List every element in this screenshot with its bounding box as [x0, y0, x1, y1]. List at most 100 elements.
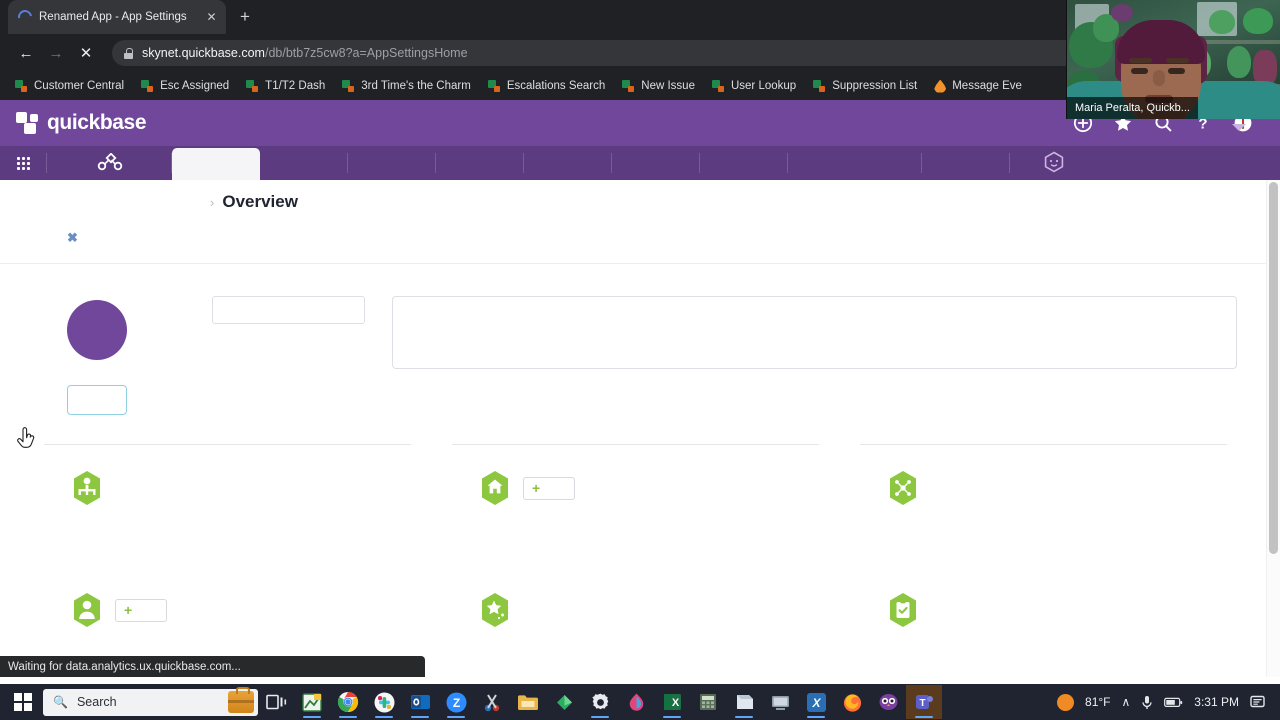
settings-link-audit[interactable] [887, 592, 931, 628]
weather-temperature[interactable]: 81°F [1085, 695, 1110, 709]
outlook-button[interactable] [402, 685, 438, 719]
bookmark-item[interactable]: Message Eve [927, 77, 1029, 96]
app-name-field[interactable] [212, 296, 365, 324]
teams-icon: T [915, 694, 933, 709]
tab-item[interactable] [612, 146, 700, 180]
settings-link-relationships[interactable] [887, 470, 931, 506]
cube-button[interactable] [1010, 146, 1098, 180]
microphone-icon[interactable] [1141, 695, 1153, 710]
battery-icon[interactable] [1164, 697, 1183, 708]
owl-button[interactable] [870, 685, 906, 719]
page-scrollbar[interactable] [1266, 180, 1280, 677]
settings-link-org-chart[interactable] [71, 470, 115, 506]
chevron-down-icon[interactable] [1232, 124, 1246, 131]
snipping-tool-icon [484, 693, 500, 711]
quickbase-app: quickbase ? › Overview ✖ + + Waiting for… [0, 100, 1280, 677]
add-user-button[interactable]: + [115, 598, 167, 622]
app-avatar[interactable] [67, 300, 127, 360]
browser-tab-title: Renamed App - App Settings [39, 11, 187, 23]
paint-icon [629, 693, 643, 711]
settings-link-users[interactable]: + [71, 592, 167, 628]
new-tab-button[interactable]: + [232, 5, 258, 31]
stop-loading-icon[interactable]: ✕ [72, 39, 100, 67]
bookmark-item[interactable]: Customer Central [8, 77, 131, 96]
tab-item[interactable] [922, 146, 1010, 180]
calculator-button[interactable] [690, 685, 726, 719]
snipping-tool-button[interactable] [474, 685, 510, 719]
windows-start-button[interactable] [6, 685, 40, 719]
quickbase-favicon-icon [813, 79, 826, 93]
remote-desktop-button[interactable] [762, 685, 798, 719]
tab-item[interactable] [524, 146, 612, 180]
bookmark-item[interactable]: User Lookup [705, 77, 803, 96]
file-explorer-icon [518, 694, 538, 710]
slack-button[interactable] [366, 685, 402, 719]
notification-banner: ✖ [0, 224, 1280, 264]
browser-tab[interactable]: Renamed App - App Settings ✕ [8, 0, 226, 34]
chrome-button[interactable] [330, 685, 366, 719]
bookmark-item[interactable]: Esc Assigned [134, 77, 236, 96]
close-icon[interactable]: ✕ [203, 9, 220, 26]
task-view-button[interactable] [258, 685, 294, 719]
quickbase-favicon-icon [711, 79, 725, 93]
plus-icon: + [124, 602, 133, 618]
add-page-button[interactable]: + [523, 476, 575, 500]
bookmark-item[interactable]: 3rd Time's the Charm [335, 77, 478, 96]
change-image-button[interactable] [67, 385, 127, 415]
home-hexagon-icon [479, 470, 511, 506]
excel-icon: X [663, 694, 681, 710]
flame-favicon-icon [934, 79, 947, 93]
apps-grid-button[interactable] [0, 146, 47, 180]
firefox-button[interactable] [834, 685, 870, 719]
divider [44, 444, 411, 445]
slack-icon [374, 692, 394, 712]
x-blue-button[interactable]: X [798, 685, 834, 719]
green-diamond-button[interactable] [546, 685, 582, 719]
bookmark-item[interactable]: Suppression List [806, 77, 924, 96]
webcam-name-text: Maria Peralta, Quickb... [1075, 102, 1190, 114]
settings-button[interactable] [582, 685, 618, 719]
notification-icon[interactable] [1250, 695, 1267, 710]
bookmark-item[interactable]: T1/T2 Dash [239, 77, 332, 96]
quickbase-logo[interactable]: quickbase [16, 111, 147, 135]
pipelines-button[interactable] [47, 146, 172, 180]
forward-icon[interactable]: → [42, 39, 70, 67]
tab-item[interactable] [436, 146, 524, 180]
tab-item[interactable] [788, 146, 922, 180]
settings-link-home[interactable]: + [479, 470, 575, 506]
file-explorer-button[interactable] [510, 685, 546, 719]
excel-green-button[interactable] [294, 685, 330, 719]
scrollbar-thumb[interactable] [1269, 182, 1278, 554]
tab-item[interactable] [348, 146, 436, 180]
excel-button[interactable]: X [654, 685, 690, 719]
quickbase-favicon-icon [342, 79, 355, 93]
close-icon[interactable]: ✖ [67, 230, 78, 246]
notepad-button[interactable] [726, 685, 762, 719]
notepad-icon [736, 695, 753, 709]
tray-chevron-up-icon[interactable]: ∧ [1122, 695, 1131, 709]
tab-item[interactable] [700, 146, 788, 180]
tab-settings[interactable] [172, 148, 260, 180]
app-description-field[interactable] [392, 296, 1237, 369]
tab-item[interactable] [260, 146, 348, 180]
zoom-button[interactable]: Z [438, 685, 474, 719]
bookmark-item[interactable]: New Issue [615, 77, 702, 96]
task-view-icon [265, 694, 286, 710]
clipboard-check-hexagon-icon [887, 592, 919, 628]
system-tray: 81°F ∧ 3:31 PM [1057, 693, 1274, 711]
webcam-overlay[interactable]: Maria Peralta, Quickb... [1066, 0, 1280, 119]
settings-link-features[interactable] [479, 592, 523, 628]
divider [860, 444, 1227, 445]
bookmark-item[interactable]: Escalations Search [481, 77, 612, 96]
windows-taskbar: 🔍 Search Z X X T 81°F ∧ 3:31 PM [0, 684, 1280, 720]
teams-button[interactable]: T [906, 685, 942, 719]
taskbar-search-box[interactable]: 🔍 Search [43, 687, 258, 716]
user-hexagon-icon [71, 592, 103, 628]
clock-time[interactable]: 3:31 PM [1194, 695, 1239, 709]
briefcase-icon[interactable] [228, 687, 254, 713]
back-icon[interactable]: ← [12, 39, 40, 67]
zoom-icon: Z [446, 692, 466, 712]
paint-button[interactable] [618, 685, 654, 719]
webcam-name-label: Maria Peralta, Quickb... [1067, 97, 1198, 119]
quickbase-favicon-icon [487, 79, 501, 93]
